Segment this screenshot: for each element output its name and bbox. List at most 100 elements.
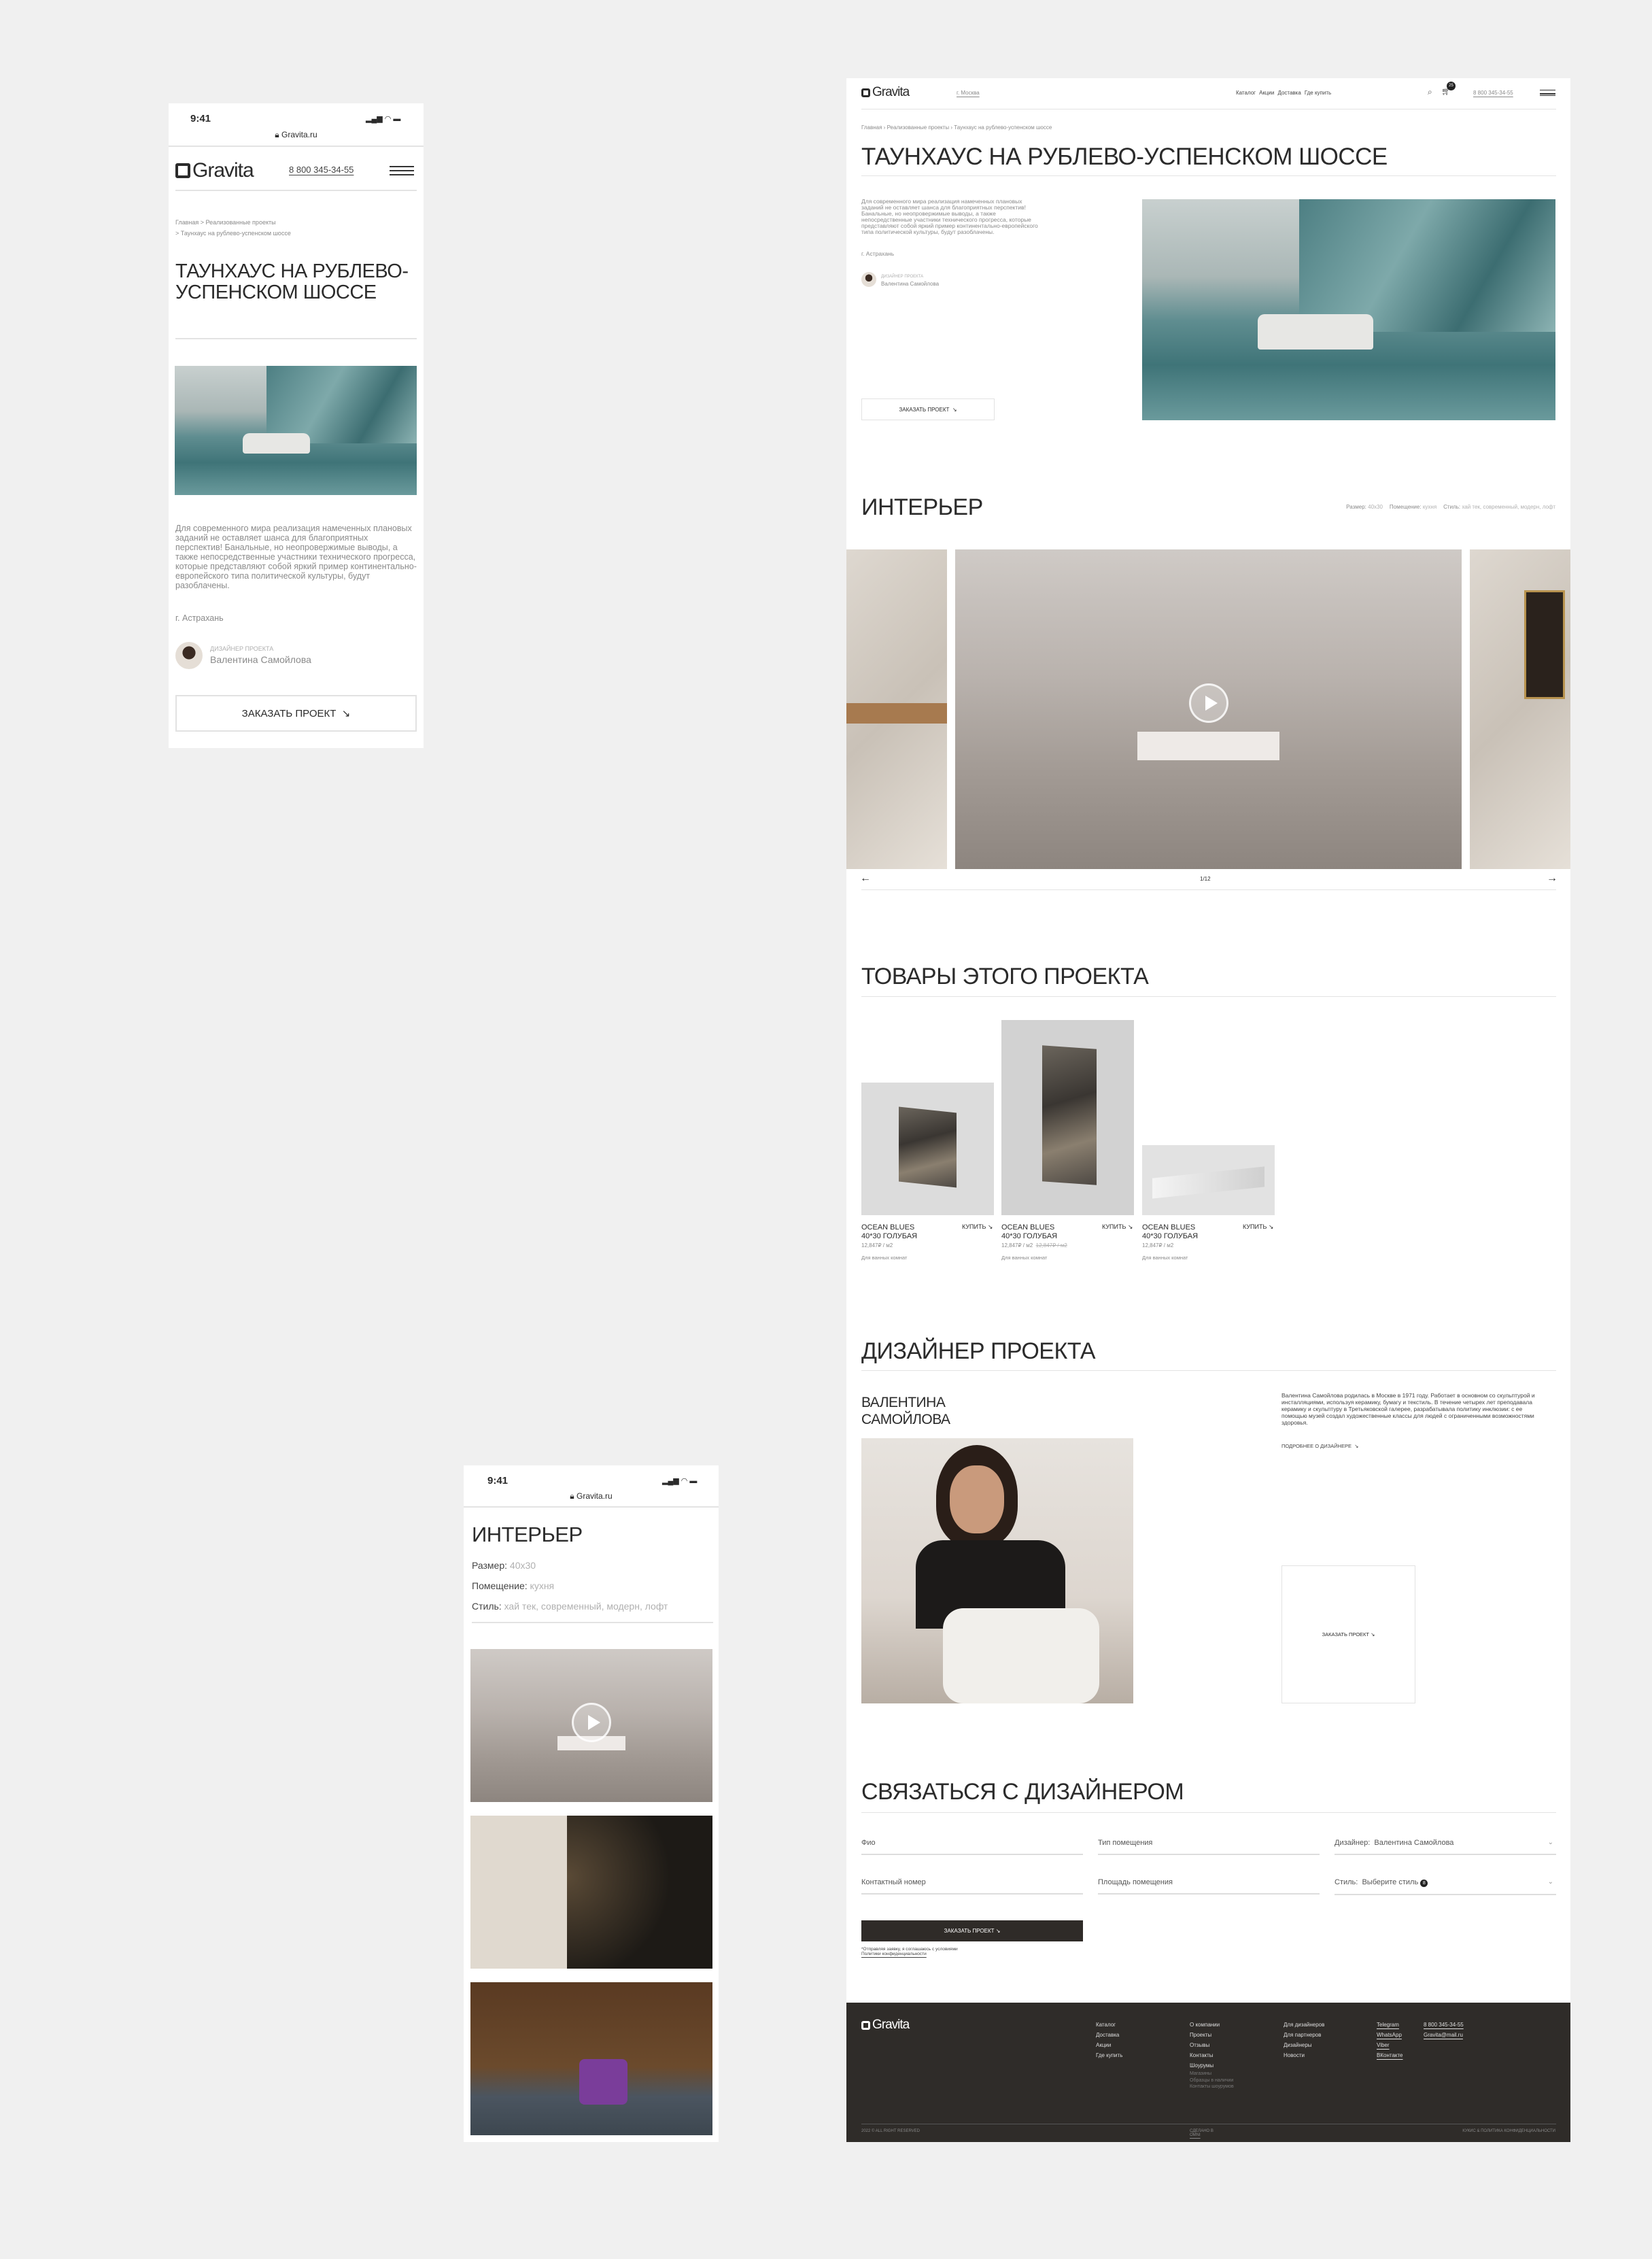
- status-time: 9:41: [190, 113, 211, 124]
- slider-prev-arrow[interactable]: ←: [860, 872, 871, 885]
- whatsapp-link[interactable]: WhatsApp: [1377, 2030, 1403, 2040]
- url-bar[interactable]: 🔒︎ Gravita.ru: [169, 130, 424, 140]
- footer-link[interactable]: Дизайнеры: [1284, 2040, 1324, 2050]
- cart-count-badge: 25: [1447, 82, 1456, 90]
- interior-video-thumb[interactable]: [470, 1649, 712, 1802]
- designer-avatar: [861, 272, 876, 287]
- room-type-input[interactable]: Тип помещения: [1098, 1839, 1320, 1855]
- interior-title: ИНТЕРЬЕР: [472, 1523, 583, 1546]
- nav-where-to-buy[interactable]: Где купить: [1305, 90, 1331, 96]
- phone-link[interactable]: 8 800 345-34-55: [289, 165, 354, 175]
- footer-link[interactable]: Шоурумы: [1190, 2060, 1234, 2071]
- logo[interactable]: Gravita: [861, 85, 910, 100]
- footer-sublink[interactable]: Контакты шоурумов: [1190, 2084, 1234, 2090]
- vk-link[interactable]: ВКонтакте: [1377, 2050, 1403, 2060]
- menu-icon[interactable]: [390, 166, 414, 175]
- logo-mark-icon: [861, 88, 870, 97]
- project-description: Для современного мира реализация намечен…: [175, 524, 417, 590]
- breadcrumb-projects[interactable]: Реализованные проекты: [206, 219, 276, 226]
- mobile-interior-screen: 9:41 ▂▄▆ ◠ ▬ 🔒︎ Gravita.ru ИНТЕРЬЕР Разм…: [464, 1465, 719, 2142]
- footer-link[interactable]: Доставка: [1096, 2030, 1122, 2040]
- footer-link[interactable]: Отзывы: [1190, 2040, 1234, 2050]
- project-city: г. Астрахань: [175, 613, 224, 623]
- product-image[interactable]: [861, 1083, 994, 1215]
- footer-link[interactable]: Для дизайнеров: [1284, 2020, 1324, 2030]
- param-style: Стиль: хай тек, современный, модерн, лоф…: [1443, 504, 1555, 510]
- telegram-link[interactable]: Telegram: [1377, 2020, 1403, 2030]
- product-name[interactable]: OCEAN BLUES 40*30 ГОЛУБАЯ: [861, 1223, 936, 1241]
- buy-link[interactable]: КУПИТЬ ↘: [1102, 1223, 1133, 1231]
- designer-name[interactable]: Валентина Самойлова: [210, 654, 311, 665]
- designer-name[interactable]: Валентина Самойлова: [881, 281, 939, 287]
- chevron-down-icon: ⌄: [1547, 1839, 1553, 1846]
- interior-image[interactable]: [470, 1982, 712, 2135]
- footer-link[interactable]: Новости: [1284, 2050, 1324, 2060]
- breadcrumb-projects[interactable]: Реализованные проекты: [887, 124, 950, 131]
- policy-link[interactable]: КУКИС & ПОЛИТИКА КОНФИДЕНЦИАЛЬНОСТИ: [1462, 2129, 1555, 2133]
- made-by-link[interactable]: OMNI: [1190, 2133, 1214, 2137]
- url-bar[interactable]: 🔒︎ Gravita.ru: [464, 1491, 719, 1501]
- project-hero-image: [1142, 199, 1555, 420]
- designer-select[interactable]: Дизайнер: Валентина Самойлова ⌄: [1335, 1839, 1556, 1855]
- style-select[interactable]: Стиль: Выберите стиль 8 ⌄: [1335, 1878, 1556, 1895]
- product-price: 12,847₽ / м2 12,847₽ / м2: [1001, 1242, 1067, 1249]
- area-input[interactable]: Площадь помещения: [1098, 1878, 1320, 1895]
- slider-next-arrow[interactable]: →: [1547, 872, 1558, 885]
- breadcrumb-home[interactable]: Главная: [861, 124, 882, 131]
- footer-link[interactable]: Акции: [1096, 2040, 1122, 2050]
- page-title: ТАУНХАУС НА РУБЛЕВО-УСПЕНСКОМ ШОССЕ: [861, 143, 1388, 170]
- footer-link[interactable]: О компании: [1190, 2020, 1234, 2030]
- product-image[interactable]: [1001, 1020, 1134, 1215]
- footer-sublink[interactable]: Магазины: [1190, 2071, 1234, 2077]
- product-image[interactable]: [1142, 1145, 1275, 1215]
- submit-button[interactable]: ЗАКАЗАТЬ ПРОЕКТ ↘: [861, 1920, 1083, 1941]
- play-icon[interactable]: [1188, 683, 1228, 723]
- logo[interactable]: Gravita: [175, 159, 254, 182]
- breadcrumb-current: Таунхаус на рублево-успенском шоссе: [180, 230, 291, 237]
- interior-params: Размер: 40x30 Помещение: кухня Стиль: ха…: [472, 1555, 668, 1616]
- order-project-button[interactable]: ЗАКАЗАТЬ ПРОЕКТ ↘: [175, 695, 417, 732]
- footer-link[interactable]: Каталог: [1096, 2020, 1122, 2030]
- footer-link[interactable]: Для партнеров: [1284, 2030, 1324, 2040]
- slider-prev-image[interactable]: [846, 549, 947, 869]
- city-selector[interactable]: г. Москва: [957, 90, 980, 96]
- privacy-policy-link[interactable]: Политики конфиденциальности: [861, 1952, 958, 1956]
- designer-more-link[interactable]: ПОДРОБНЕЕ О ДИЗАЙНЕРЕ ↘: [1281, 1443, 1358, 1449]
- nav-delivery[interactable]: Доставка: [1277, 90, 1301, 96]
- footer-link[interactable]: Где купить: [1096, 2050, 1122, 2060]
- order-project-button[interactable]: ЗАКАЗАТЬ ПРОЕКТ ↘: [861, 398, 995, 420]
- footer-link[interactable]: Проекты: [1190, 2030, 1234, 2040]
- arrow-down-right-icon: ↘: [952, 406, 957, 413]
- nav-sales[interactable]: Акции: [1259, 90, 1274, 96]
- project-city: г. Астрахань: [861, 250, 895, 257]
- search-icon[interactable]: ⌕: [1428, 87, 1432, 97]
- buy-link[interactable]: КУПИТЬ ↘: [1243, 1223, 1273, 1231]
- product-price: 12,847₽ / м2: [1142, 1242, 1174, 1249]
- viber-link[interactable]: Viber: [1377, 2040, 1403, 2050]
- page-title: ТАУНХАУС НА РУБЛЕВО-УСПЕНСКОМ ШОССЕ: [175, 260, 409, 303]
- breadcrumb-home[interactable]: Главная: [175, 219, 199, 226]
- contact-title: СВЯЗАТЬСЯ С ДИЗАЙНЕРОМ: [861, 1779, 1184, 1805]
- phone-input[interactable]: Контактный номер: [861, 1878, 1083, 1895]
- designer-bio: Валентина Самойлова родилась в Москве в …: [1281, 1392, 1535, 1426]
- footer-link[interactable]: Контакты: [1190, 2050, 1234, 2060]
- slider-next-image[interactable]: [1470, 549, 1570, 869]
- designer-order-button[interactable]: ЗАКАЗАТЬ ПРОЕКТ ↘: [1281, 1565, 1415, 1703]
- product-name[interactable]: OCEAN BLUES 40*30 ГОЛУБАЯ: [1001, 1223, 1076, 1241]
- product-name[interactable]: OCEAN BLUES 40*30 ГОЛУБАЯ: [1142, 1223, 1217, 1241]
- play-icon[interactable]: [572, 1703, 611, 1742]
- menu-icon[interactable]: [1540, 90, 1555, 96]
- name-input[interactable]: Фио: [861, 1839, 1083, 1855]
- url-text: Gravita.ru: [577, 1491, 613, 1501]
- footer-logo[interactable]: Gravita: [861, 2018, 910, 2033]
- phone-link[interactable]: 8 800 345-34-55: [1473, 90, 1513, 96]
- slider-current-video[interactable]: [955, 549, 1462, 869]
- param-style: Стиль: хай тек, современный, модерн, лоф…: [472, 1601, 668, 1612]
- interior-image[interactable]: [470, 1816, 712, 1969]
- footer-sublink[interactable]: Образцы в наличии: [1190, 2077, 1234, 2084]
- footer-email-link[interactable]: Gravita@mail.ru: [1424, 2030, 1464, 2040]
- footer-phone-link[interactable]: 8 800 345-34-55: [1424, 2020, 1464, 2030]
- nav-catalog[interactable]: Каталог: [1236, 90, 1256, 96]
- made-by: СДЕЛАНО В OMNI: [1190, 2129, 1214, 2137]
- buy-link[interactable]: КУПИТЬ ↘: [962, 1223, 993, 1231]
